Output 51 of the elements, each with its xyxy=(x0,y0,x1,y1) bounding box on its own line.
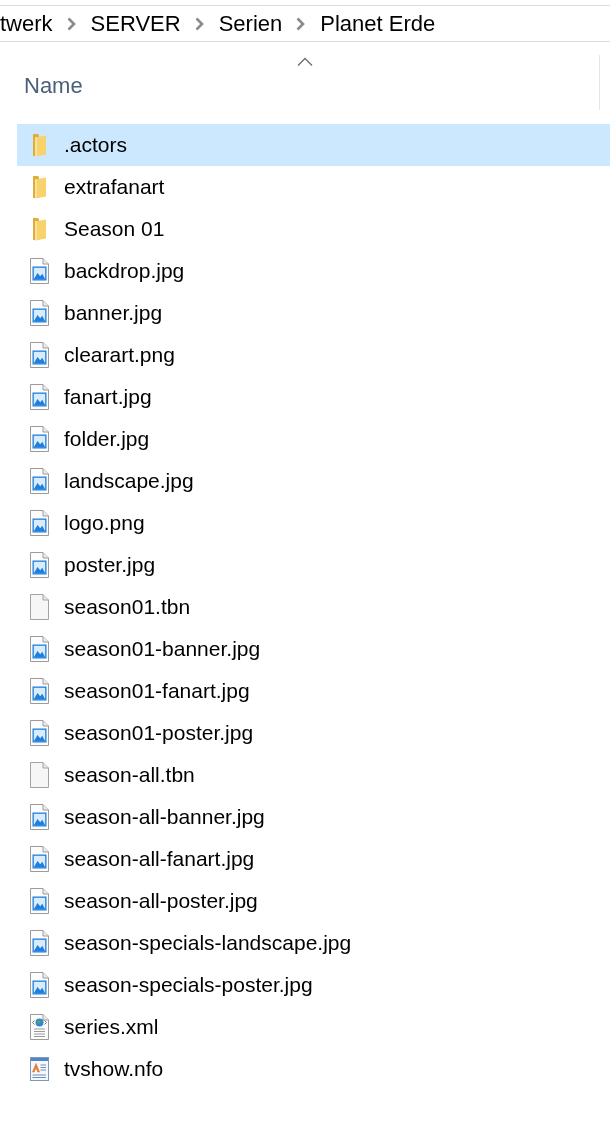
chevron-right-icon xyxy=(66,16,76,31)
image-file-icon xyxy=(29,426,50,452)
image-file-icon xyxy=(29,510,50,536)
file-row[interactable]: backdrop.jpg xyxy=(17,250,610,292)
file-row[interactable]: fanart.jpg xyxy=(17,376,610,418)
file-row[interactable]: season-all-fanart.jpg xyxy=(17,838,610,880)
image-file-icon xyxy=(29,720,50,746)
breadcrumb-item[interactable]: Planet Erde xyxy=(320,9,436,38)
file-row[interactable]: tvshow.nfo xyxy=(17,1048,610,1090)
file-row[interactable]: Season 01 xyxy=(17,208,610,250)
file-row[interactable]: season-specials-poster.jpg xyxy=(17,964,610,1006)
image-file-icon xyxy=(29,888,50,914)
breadcrumb-item[interactable]: Serien xyxy=(218,9,283,38)
file-row[interactable]: series.xml xyxy=(17,1006,610,1048)
file-row[interactable]: season-all.tbn xyxy=(17,754,610,796)
file-row[interactable]: season01-poster.jpg xyxy=(17,712,610,754)
file-row[interactable]: logo.png xyxy=(17,502,610,544)
file-row[interactable]: season01.tbn xyxy=(17,586,610,628)
image-file-icon xyxy=(29,972,50,998)
image-file-icon xyxy=(29,846,50,872)
file-row[interactable]: season01-banner.jpg xyxy=(17,628,610,670)
file-row[interactable]: clearart.png xyxy=(17,334,610,376)
file-row[interactable]: season-all-poster.jpg xyxy=(17,880,610,922)
chevron-right-icon xyxy=(194,16,204,31)
file-row[interactable]: season-all-banner.jpg xyxy=(17,796,610,838)
chevron-right-icon xyxy=(296,16,306,31)
globe-document-icon xyxy=(29,1014,50,1040)
file-row[interactable]: extrafanart xyxy=(17,166,610,208)
image-file-icon xyxy=(29,342,50,368)
blank-file-icon xyxy=(29,594,50,620)
image-file-icon xyxy=(29,930,50,956)
image-file-icon xyxy=(29,678,50,704)
image-file-icon xyxy=(29,552,50,578)
name-column-header[interactable]: Name xyxy=(24,73,83,99)
image-file-icon xyxy=(29,384,50,410)
file-row[interactable]: banner.jpg xyxy=(17,292,610,334)
file-row[interactable]: season01-fanart.jpg xyxy=(17,670,610,712)
file-row[interactable]: season-specials-landscape.jpg xyxy=(17,922,610,964)
file-row[interactable]: landscape.jpg xyxy=(17,460,610,502)
blank-file-icon xyxy=(29,762,50,788)
file-row[interactable]: .actors xyxy=(17,124,610,166)
text-document-icon xyxy=(29,1056,50,1082)
image-file-icon xyxy=(29,636,50,662)
image-file-icon xyxy=(29,258,50,284)
image-file-icon xyxy=(29,468,50,494)
breadcrumb-item[interactable]: SERVER xyxy=(90,9,181,38)
breadcrumb-item[interactable]: twerk xyxy=(0,9,53,38)
image-file-icon xyxy=(29,804,50,830)
file-row[interactable]: folder.jpg xyxy=(17,418,610,460)
image-file-icon xyxy=(29,300,50,326)
file-row[interactable]: poster.jpg xyxy=(17,544,610,586)
